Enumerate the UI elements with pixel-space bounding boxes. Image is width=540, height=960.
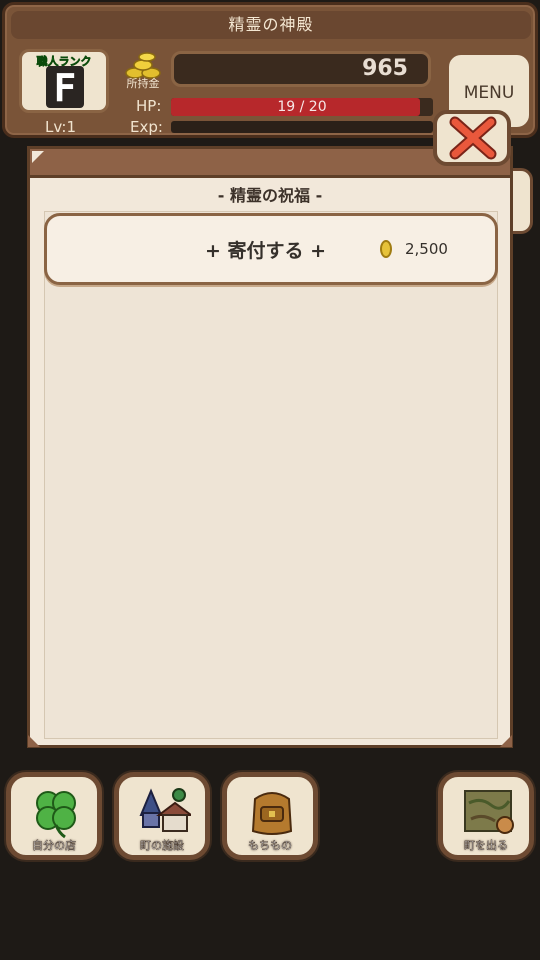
rank-letter: F <box>46 66 84 110</box>
corner-ornament-icon <box>500 735 512 747</box>
coin-icon <box>380 240 392 258</box>
nav-label: もちもの <box>248 839 292 852</box>
nav-my-shop-button[interactable]: 自分の店 <box>6 772 102 860</box>
donate-button[interactable]: + 寄付する + 2,500 <box>44 213 498 285</box>
money-display: 965 <box>171 51 431 87</box>
nav-label: 町の施設 <box>140 839 184 852</box>
donate-cost: 2,500 <box>405 240 448 258</box>
level-text: Lv:1 <box>45 118 77 136</box>
hp-label: HP: <box>136 97 162 115</box>
nav-label: 町を出る <box>464 839 508 852</box>
clover-icon <box>36 791 76 839</box>
blessing-dialog: - 精霊の祝福 - + 寄付する + 2,500 <box>27 146 513 748</box>
exp-bar <box>171 121 433 133</box>
close-button[interactable] <box>433 110 511 166</box>
nav-town-facilities-button[interactable]: 町の施設 <box>114 772 210 860</box>
map-icon <box>464 790 514 834</box>
nav-leave-town-button[interactable]: 町を出る <box>438 772 534 860</box>
corner-ornament-icon <box>28 735 40 747</box>
hp-bar: 19 / 20 <box>171 98 433 116</box>
backpack-icon <box>251 792 293 835</box>
donate-label: + 寄付する + <box>205 240 327 262</box>
gold-label: 所持金 <box>126 77 160 90</box>
nav-label: 自分の店 <box>32 839 76 852</box>
corner-ornament-icon <box>32 151 44 163</box>
close-icon <box>449 116 497 160</box>
dialog-list-area <box>44 211 498 739</box>
exp-label: Exp: <box>130 118 163 136</box>
location-title: 精霊の神殿 <box>11 11 531 39</box>
town-icon <box>139 788 191 832</box>
nav-items-button[interactable]: もちもの <box>222 772 318 860</box>
dialog-heading: - 精霊の祝福 - <box>217 186 323 205</box>
hp-text: 19 / 20 <box>277 99 327 115</box>
menu-panel-edge <box>511 168 533 234</box>
craftsman-rank-badge: 職人ランク F <box>19 49 109 113</box>
